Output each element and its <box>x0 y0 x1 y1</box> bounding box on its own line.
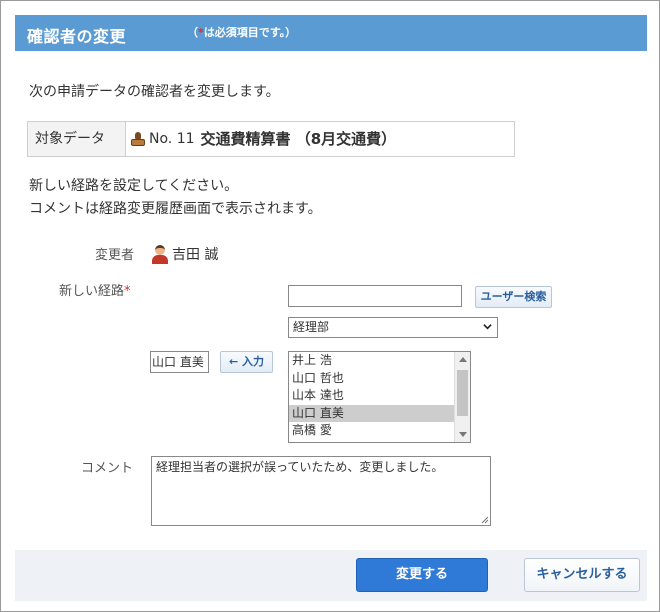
changer-label: 変更者 <box>95 248 135 263</box>
department-select[interactable]: 経理部 <box>288 317 498 338</box>
target-number: No. 11 <box>149 131 195 147</box>
instruction-line-1: 新しい経路を設定してください。 <box>29 178 239 194</box>
changer-user: 吉田 誠 <box>151 244 218 264</box>
user-search-button[interactable]: ユーザー検索 <box>475 286 552 308</box>
target-data-label: 対象データ <box>28 122 126 156</box>
chevron-down-icon <box>483 324 492 330</box>
listbox-scrollbar[interactable] <box>454 352 470 442</box>
user-list-item[interactable]: 山口 直美 <box>289 404 454 422</box>
changer-name: 吉田 誠 <box>172 247 219 263</box>
user-list-item[interactable]: 高橋 愛 <box>289 422 454 440</box>
user-list-item[interactable]: 山本 達也 <box>289 387 454 405</box>
required-note-open: （ <box>187 26 198 39</box>
user-list-item[interactable]: 井上 浩 <box>289 352 454 370</box>
route-label: 新しい経路* <box>59 280 131 299</box>
required-note-text: は必須項目です。） <box>203 26 297 39</box>
instructions: 新しい経路を設定してください。 コメントは経路変更履歴画面で表示されます。 <box>29 175 322 221</box>
target-data-value: No. 11 交通費精算書 （8月交通費） <box>126 122 514 156</box>
selected-approver[interactable]: 山口 直美 <box>150 351 209 373</box>
dialog-header: 確認者の変更 （*は必須項目です。） <box>15 15 647 51</box>
input-button[interactable]: ← 入力 <box>220 351 273 373</box>
comment-label: コメント <box>81 461 134 476</box>
resize-grip-icon[interactable] <box>481 516 489 524</box>
required-mark: * <box>124 284 131 299</box>
scroll-thumb[interactable] <box>457 370 468 416</box>
user-search-input[interactable] <box>288 285 462 307</box>
target-data-row: 対象データ No. 11 交通費精算書 （8月交通費） <box>27 121 515 157</box>
dialog: 確認者の変更 （*は必須項目です。） 次の申請データの確認者を変更します。 対象… <box>0 0 660 612</box>
comment-text: 経理担当者の選択が誤っていたため、変更しました。 <box>156 460 444 474</box>
target-title: 交通費精算書 （8月交通費） <box>200 130 397 148</box>
user-list-item[interactable]: 山口 哲也 <box>289 370 454 388</box>
required-note: （*は必須項目です。） <box>187 24 296 40</box>
instruction-line-2: コメントは経路変更履歴画面で表示されます。 <box>29 201 322 217</box>
submit-change-button[interactable]: 変更する <box>356 558 488 592</box>
cancel-button[interactable]: キャンセルする <box>524 558 640 592</box>
intro-text: 次の申請データの確認者を変更します。 <box>29 84 280 100</box>
scroll-up-icon[interactable] <box>459 357 467 362</box>
user-avatar-icon <box>151 244 169 264</box>
scroll-down-icon[interactable] <box>459 432 467 437</box>
user-listbox[interactable]: 井上 浩山口 哲也 山本 達也 山口 直美 高橋 愛 <box>288 351 471 443</box>
route-label-text: 新しい経路 <box>59 284 125 299</box>
comment-textarea[interactable]: 経理担当者の選択が誤っていたため、変更しました。 <box>151 456 491 526</box>
stamp-icon <box>130 131 146 147</box>
dialog-footer: 変更する キャンセルする <box>15 550 647 601</box>
department-select-value: 経理部 <box>293 320 330 334</box>
dialog-title: 確認者の変更 <box>27 27 127 46</box>
